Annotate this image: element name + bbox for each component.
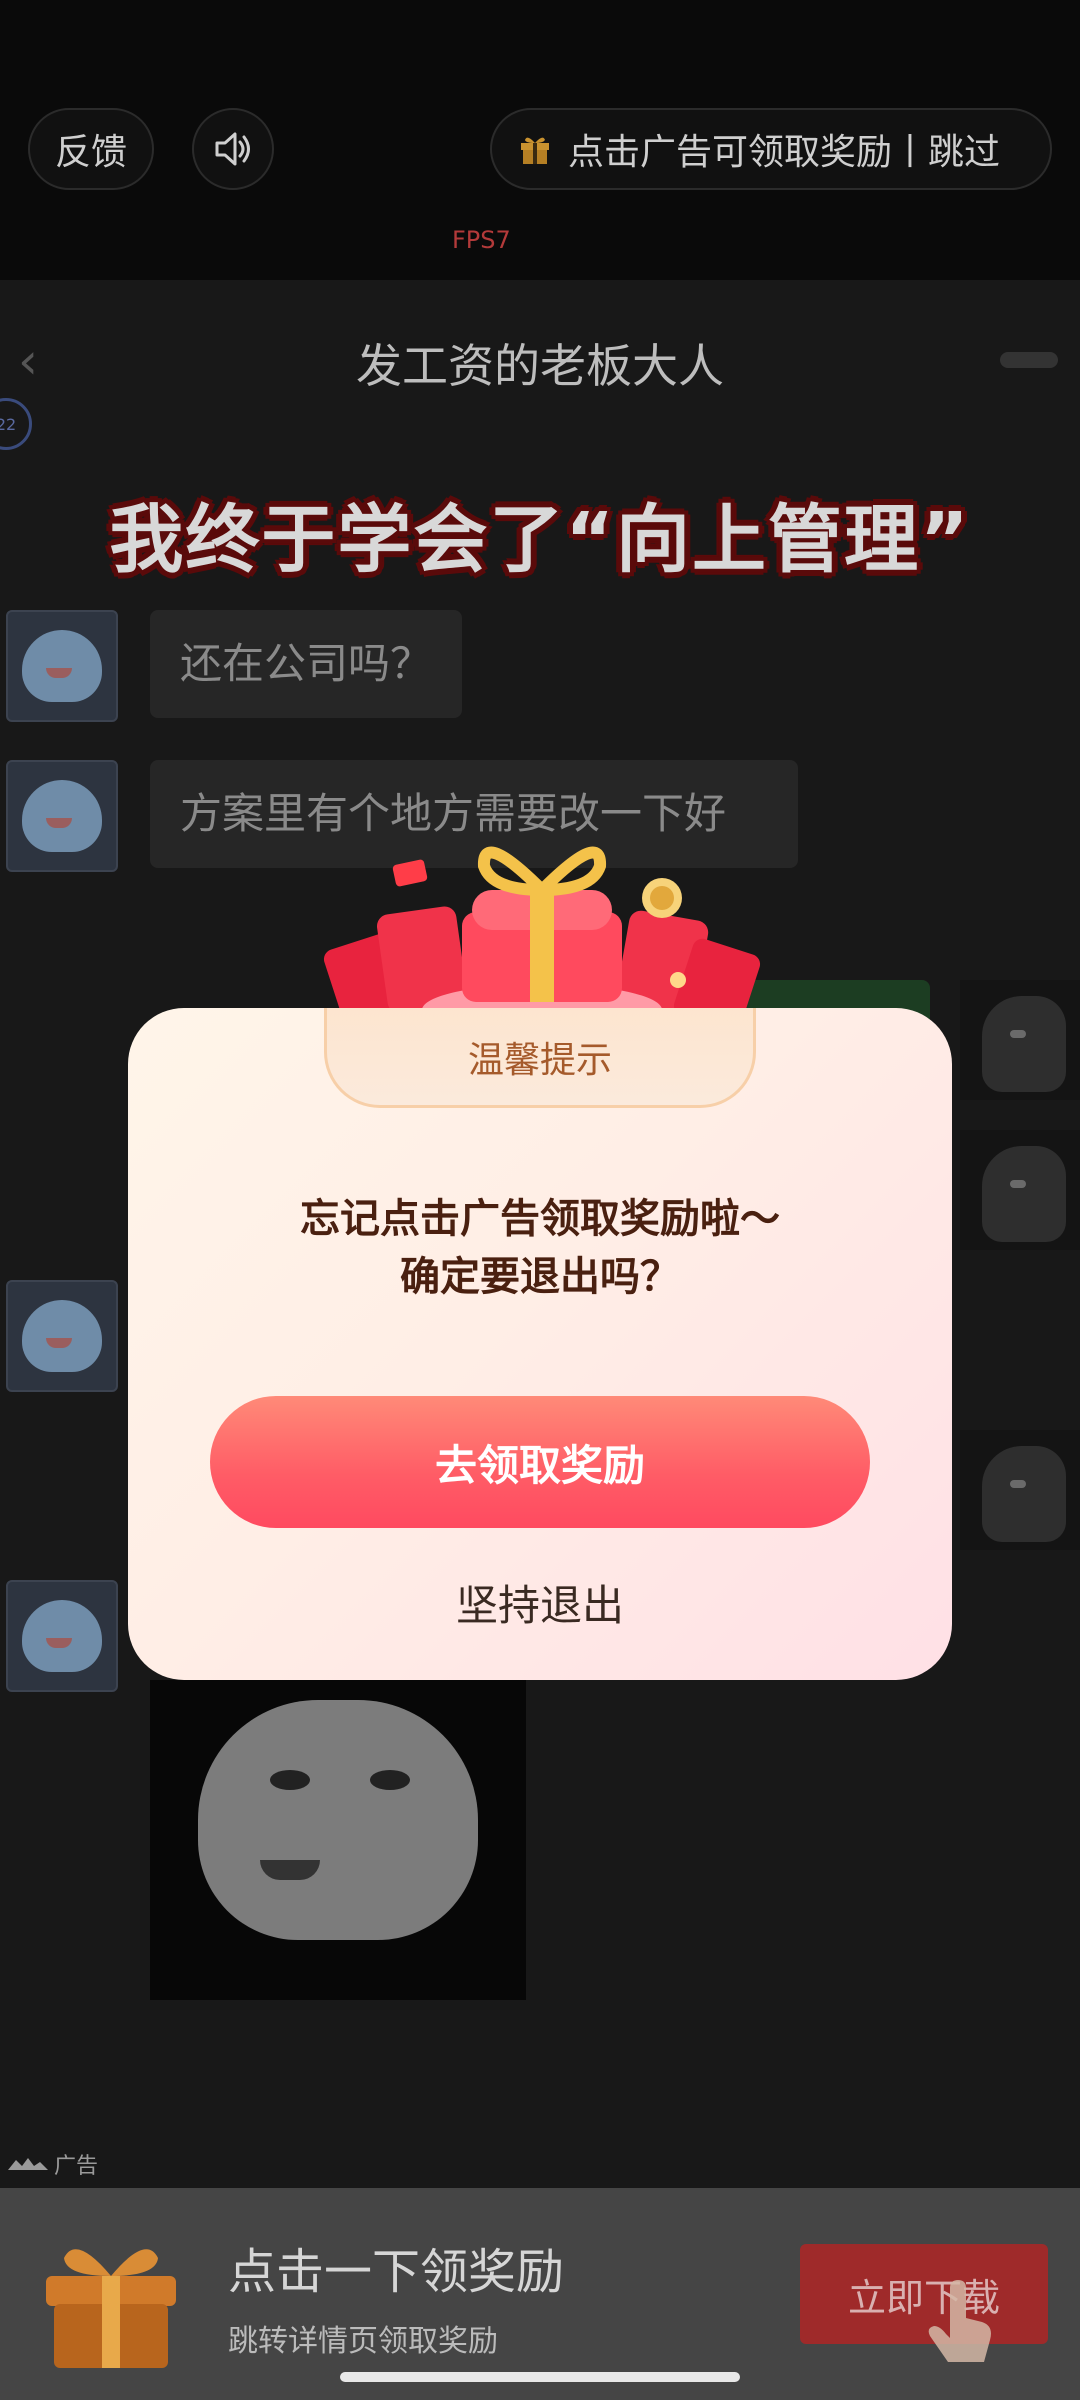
dialog-message: 忘记点击广告领取奖励啦～ 确定要退出吗？ [128,1190,952,1306]
reward-skip-button[interactable]: 点击广告可领取奖励丨跳过 [490,108,1052,190]
dialog-message-line2: 确定要退出吗？ [400,1254,680,1300]
exit-confirm-dialog: 温馨提示 忘记点击广告领取奖励啦～ 确定要退出吗？ 去领取奖励 坚持退出 [128,1008,952,1680]
avatar [6,760,118,872]
ad-top-bar: 反馈 点击广告可领取奖励丨跳过 FPS7 [0,0,1080,280]
more-icon [1000,352,1058,368]
avatar [960,1430,1080,1550]
video-chat-header: ‹ 发工资的老板大人 [0,280,1080,400]
ad-logo-icon [8,2158,48,2170]
avatar [6,1580,118,1692]
reward-skip-label: 点击广告可领取奖励丨跳过 [568,132,1001,173]
fps-indicator: FPS7 [452,226,511,254]
confirm-exit-label: 坚持退出 [455,1581,624,1630]
dialog-title: 温馨提示 [467,1039,612,1081]
dialog-message-line1: 忘记点击广告领取奖励啦～ [300,1196,780,1242]
tap-hand-icon [928,2280,991,2362]
feedback-label: 反馈 [54,132,127,173]
claim-reward-button[interactable]: 去领取奖励 [210,1396,870,1528]
gift-box-icon [46,2249,176,2368]
chat-bubble: 还在公司吗？ [150,610,463,718]
avatar [960,980,1080,1100]
ad-tag: 广告 [8,2148,98,2180]
avatar [6,610,118,722]
avatar [960,1130,1080,1250]
video-badge-icon: 22 [0,398,32,450]
video-chat-title: 发工资的老板大人 [356,339,724,393]
avatar [6,1280,118,1392]
video-caption: 我终于学会了“向上管理” [109,497,971,583]
home-indicator[interactable] [340,2372,740,2382]
ad-tag-label: 广告 [54,2154,99,2179]
ad-banner[interactable]: 点击一下领奖励 跳转详情页领取奖励 立即下载 [0,2188,1080,2400]
gift-decoration [323,846,761,1036]
confirm-exit-button[interactable]: 坚持退出 [128,1572,952,1633]
ad-banner-title: 点击一下领奖励 [228,2244,565,2300]
dialog-title-tab: 温馨提示 [324,1008,756,1108]
meme-image [150,1680,526,2000]
gift-icon [521,137,549,164]
speaker-icon [215,132,250,166]
claim-reward-label: 去领取奖励 [434,1440,645,1490]
sound-toggle-button[interactable] [192,108,274,190]
feedback-button[interactable]: 反馈 [28,108,154,190]
ad-banner-subtitle: 跳转详情页领取奖励 [228,2324,498,2359]
